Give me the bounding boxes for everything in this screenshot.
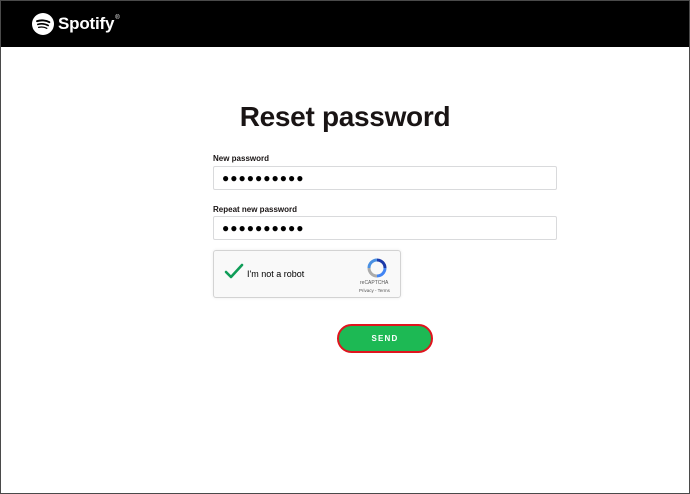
spotify-logo[interactable]: Spotify ® <box>32 12 120 36</box>
page-title: Reset password <box>239 101 451 132</box>
recaptcha-widget: I'm not a robot reCAPTCHA Privacy - Term… <box>213 250 401 298</box>
new-password-label: New password <box>213 154 270 163</box>
repeat-password-field[interactable]: ●●●●●●●●●● <box>213 216 557 240</box>
recaptcha-brand: reCAPTCHA <box>360 280 389 286</box>
repeat-password-label: Repeat new password <box>213 205 298 214</box>
recaptcha-logo-icon <box>367 258 387 278</box>
top-bar: Spotify ® <box>1 1 689 47</box>
checkmark-icon[interactable] <box>224 263 244 281</box>
send-button-label: SEND <box>371 334 399 343</box>
captcha-label: I'm not a robot <box>247 269 305 279</box>
recaptcha-privacy-terms-link[interactable]: Privacy - Terms <box>359 288 390 293</box>
new-password-field[interactable]: ●●●●●●●●●● <box>213 166 557 190</box>
page-frame: Spotify ® Reset password New password ●●… <box>0 0 690 494</box>
send-button[interactable]: SEND <box>337 324 433 353</box>
spotify-logo-icon <box>32 13 54 35</box>
trademark-symbol: ® <box>115 15 120 21</box>
brand-name: Spotify <box>58 14 115 33</box>
